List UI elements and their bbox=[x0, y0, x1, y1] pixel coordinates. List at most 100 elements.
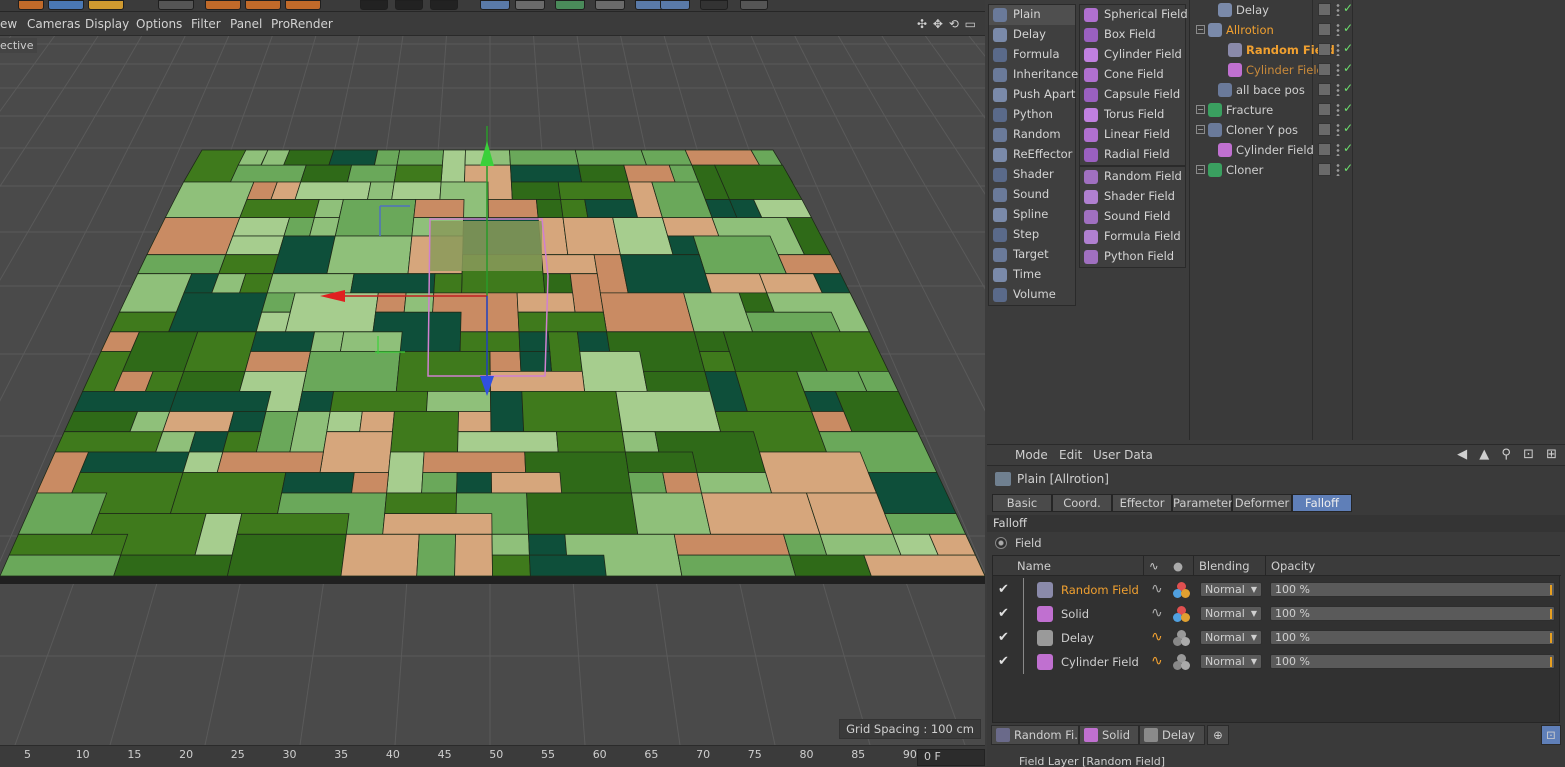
fracture-tile[interactable] bbox=[713, 164, 803, 200]
menu-item-spherical-field[interactable]: Spherical Field bbox=[1080, 5, 1188, 25]
visibility-dots-icon[interactable] bbox=[1336, 163, 1340, 176]
field-enabled-check[interactable]: ✔ bbox=[998, 630, 1009, 645]
menu-item-target[interactable]: Target bbox=[989, 245, 1075, 265]
visibility-dots-icon[interactable] bbox=[1336, 83, 1340, 96]
fracture-tile[interactable] bbox=[489, 351, 522, 372]
fracture-tile[interactable] bbox=[704, 273, 768, 294]
fracture-tile[interactable] bbox=[673, 533, 791, 556]
menu-item-random[interactable]: Random bbox=[989, 125, 1075, 145]
remap-curve-icon[interactable]: ∿ bbox=[1151, 653, 1163, 669]
enabled-check-icon[interactable]: ✓ bbox=[1343, 41, 1353, 55]
fracture-tile[interactable] bbox=[266, 273, 355, 294]
enabled-check-icon[interactable]: ✓ bbox=[1343, 61, 1353, 75]
fracture-tile[interactable] bbox=[226, 533, 347, 577]
field-row[interactable]: ✔ Solid ∿ Normal 100 % bbox=[993, 602, 1561, 626]
fracture-tile[interactable] bbox=[176, 370, 246, 392]
enabled-check-icon[interactable]: ✓ bbox=[1343, 101, 1353, 115]
blending-dropdown[interactable]: Normal bbox=[1200, 630, 1262, 645]
col-name[interactable]: Name bbox=[1017, 559, 1051, 573]
fracture-tile[interactable] bbox=[382, 513, 493, 535]
fracture-tile[interactable] bbox=[521, 390, 623, 433]
field-row[interactable]: ✔ Cylinder Field ∿ Normal 100 % bbox=[993, 650, 1561, 674]
fracture-tile[interactable] bbox=[758, 451, 878, 494]
viewport-nav-icons[interactable]: ✣ ✥ ⟲ ▭ bbox=[917, 17, 977, 31]
menu-user-data[interactable]: User Data bbox=[1093, 448, 1153, 462]
menu-cameras[interactable]: Cameras bbox=[27, 17, 80, 31]
object-name[interactable]: Fracture bbox=[1226, 103, 1273, 117]
fracture-tile[interactable] bbox=[569, 273, 604, 313]
fracture-tile[interactable] bbox=[661, 217, 720, 237]
menu-edit[interactable]: Edit bbox=[1059, 448, 1082, 462]
field-enabled-check[interactable]: ✔ bbox=[998, 606, 1009, 621]
fracture-tile[interactable] bbox=[535, 199, 564, 219]
fracture-tile[interactable] bbox=[222, 431, 262, 453]
fracture-tile[interactable] bbox=[319, 431, 393, 473]
layer-toggle-icon[interactable] bbox=[1318, 143, 1331, 156]
fracture-tile[interactable] bbox=[351, 472, 390, 494]
fracture-tile[interactable] bbox=[261, 292, 296, 313]
field-row[interactable]: ✔ Random Field ∿ Normal 100 % bbox=[993, 578, 1561, 602]
fracture-tile[interactable] bbox=[326, 235, 413, 275]
fracture-tile[interactable] bbox=[643, 370, 711, 392]
field-enabled-check[interactable]: ✔ bbox=[998, 654, 1009, 669]
menu-item-push-apart[interactable]: Push Apart bbox=[989, 85, 1075, 105]
fracture-tile[interactable] bbox=[169, 390, 272, 412]
color-mix-icon[interactable] bbox=[1173, 630, 1191, 646]
blending-dropdown[interactable]: Normal bbox=[1200, 654, 1262, 669]
fracture-tile[interactable] bbox=[692, 235, 788, 275]
object-row[interactable]: Random Field ✓ bbox=[1190, 40, 1565, 60]
render-icon[interactable] bbox=[18, 0, 44, 10]
enabled-check-icon[interactable]: ✓ bbox=[1343, 81, 1353, 95]
color-mix-icon[interactable] bbox=[1173, 582, 1191, 598]
layer-tab-random-field[interactable]: Random Fi... bbox=[991, 725, 1079, 745]
tab-effector[interactable]: Effector bbox=[1112, 494, 1172, 512]
current-frame-field[interactable]: 0 F bbox=[917, 749, 985, 766]
fracture-tile[interactable] bbox=[509, 149, 579, 166]
fracture-tile[interactable] bbox=[169, 472, 287, 515]
fracture-tile[interactable] bbox=[297, 390, 335, 412]
opacity-slider[interactable]: 100 % bbox=[1270, 654, 1555, 669]
field-name[interactable]: Cylinder Field bbox=[1061, 655, 1139, 669]
menu-prorender[interactable]: ProRender bbox=[271, 17, 333, 31]
fracture-tile[interactable] bbox=[294, 181, 372, 200]
fracture-tile[interactable] bbox=[350, 273, 436, 294]
remap-curve-icon[interactable]: ∿ bbox=[1151, 629, 1163, 645]
fracture-tile[interactable] bbox=[390, 411, 460, 453]
fracture-tile[interactable] bbox=[300, 164, 353, 183]
fracture-tile[interactable] bbox=[517, 311, 608, 333]
fracture-tile[interactable] bbox=[884, 513, 967, 535]
fracture-tile[interactable] bbox=[386, 451, 425, 494]
fracture-tile[interactable] bbox=[599, 292, 695, 333]
menu-options[interactable]: Options bbox=[136, 17, 182, 31]
fracture-tile[interactable] bbox=[313, 199, 344, 219]
layer-toggle-icon[interactable] bbox=[1318, 83, 1331, 96]
fracture-tile[interactable] bbox=[457, 431, 559, 453]
color-mix-icon[interactable] bbox=[1173, 654, 1191, 670]
fracture-tile[interactable] bbox=[489, 370, 586, 392]
layer-toggle-icon[interactable] bbox=[1318, 103, 1331, 116]
object-name[interactable]: Cylinder Field bbox=[1236, 143, 1314, 157]
fracture-tile[interactable] bbox=[490, 390, 525, 433]
menu-item-linear-field[interactable]: Linear Field bbox=[1080, 125, 1185, 145]
menu-item-torus-field[interactable]: Torus Field bbox=[1080, 105, 1185, 125]
visibility-dots-icon[interactable] bbox=[1336, 23, 1340, 36]
field-enabled-check[interactable]: ✔ bbox=[998, 582, 1009, 597]
visibility-dots-icon[interactable] bbox=[1336, 3, 1340, 16]
fracture-tile[interactable] bbox=[560, 199, 589, 219]
fracture-tile[interactable] bbox=[168, 292, 268, 333]
layer-tab-solid[interactable]: Solid bbox=[1079, 725, 1139, 745]
rotate-y-icon[interactable] bbox=[245, 0, 281, 10]
play-forward-icon[interactable] bbox=[395, 0, 423, 10]
expand-icon[interactable]: − bbox=[1196, 25, 1205, 34]
object-row[interactable]: Cylinder Field ✓ bbox=[1190, 140, 1565, 160]
object-row[interactable]: − Cloner ✓ bbox=[1190, 160, 1565, 180]
fracture-tile[interactable] bbox=[225, 235, 285, 256]
fracture-tile[interactable] bbox=[541, 254, 598, 275]
object-name[interactable]: Cloner bbox=[1226, 163, 1263, 177]
menu-item-inheritance[interactable]: Inheritance bbox=[989, 65, 1078, 85]
fracture-tile[interactable] bbox=[578, 164, 629, 183]
viewport-3d[interactable]: ective Grid Spacing : 100 cm bbox=[0, 36, 985, 745]
visibility-dots-icon[interactable] bbox=[1336, 43, 1340, 56]
layer-toggle-icon[interactable] bbox=[1318, 3, 1331, 16]
fracture-tile[interactable] bbox=[745, 311, 841, 333]
